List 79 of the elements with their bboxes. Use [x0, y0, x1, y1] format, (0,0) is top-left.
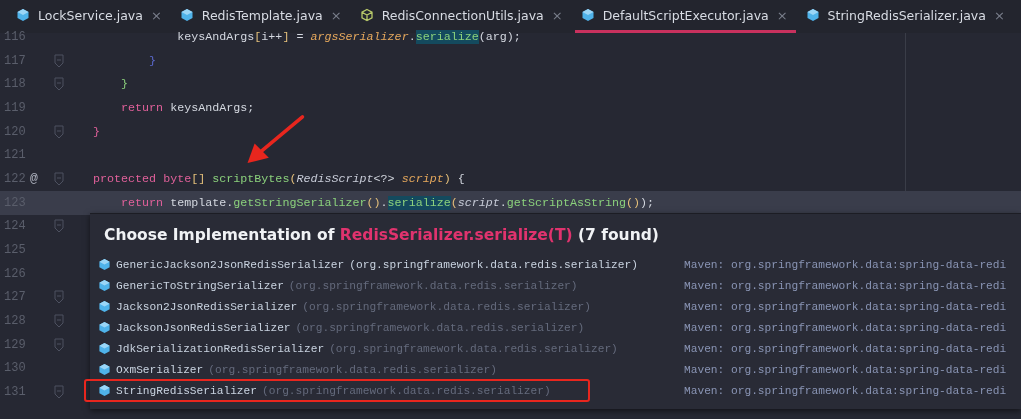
package-name: (org.springframework.data.redis.serializer) — [302, 300, 591, 313]
implementation-item[interactable]: JacksonJsonRedisSerializer (org.springframework.data.redis.serializer) Maven: org.springframework.data:spring-data-redi — [90, 317, 1021, 338]
fold-icon[interactable] — [54, 290, 64, 305]
cube-icon — [98, 279, 111, 292]
library-source: Maven: org.springframework.data:spring-data-redi — [684, 384, 1008, 397]
class-name: OxmSerializer — [116, 363, 204, 376]
line-number: 130 — [3, 361, 27, 376]
implementation-item[interactable]: OxmSerializer (org.springframework.data.redis.serializer) Maven: org.springframework.data:spring-data-redi — [90, 359, 1021, 380]
line-number: 129 — [3, 337, 27, 352]
class-name: GenericToStringSerializer — [116, 279, 284, 292]
editor-tab[interactable]: StringRedisSerializer.java × — [799, 0, 1013, 33]
class-name: JacksonJsonRedisSerializer — [116, 321, 291, 334]
line-number: 117 — [3, 53, 27, 68]
editor-tab[interactable]: DefaultScriptExecutor.java × — [574, 0, 796, 33]
class-name: GenericJackson2JsonRedisSerializer — [116, 258, 345, 271]
line-number: 131 — [3, 385, 27, 400]
implementation-item[interactable]: GenericToStringSerializer (org.springframework.data.redis.serializer) Maven: org.springframework.data:spring-data-redi — [90, 275, 1021, 296]
package-name: (org.springframework.data.redis.serializer) — [288, 279, 578, 292]
cube-icon — [16, 8, 30, 22]
code-line: return keysAndArgs; — [120, 100, 255, 115]
popup-title: Choose Implementation of RedisSerializer.serialize(T) (7 found) — [103, 225, 660, 246]
close-icon[interactable]: × — [776, 7, 788, 23]
close-icon[interactable]: × — [993, 7, 1005, 23]
line-number: 118 — [3, 77, 27, 92]
close-icon[interactable]: × — [330, 7, 342, 23]
implementation-item[interactable]: GenericJackson2JsonRedisSerializer (org.springframework.data.redis.serializer) Maven: org.springframework.data:spring-data-redi — [90, 254, 1021, 275]
line-number: 125 — [3, 243, 27, 258]
package-name: (org.springframework.data.redis.serializer) — [208, 363, 497, 376]
fold-icon[interactable] — [54, 314, 64, 329]
cube-icon — [98, 342, 111, 355]
fold-icon[interactable] — [54, 77, 64, 92]
library-source: Maven: org.springframework.data:spring-data-redi — [684, 279, 1008, 292]
code-line: } — [93, 124, 100, 139]
cube-icon — [98, 321, 111, 334]
line-number: 128 — [3, 314, 27, 329]
fold-icon[interactable] — [54, 171, 64, 186]
cube-icon — [98, 258, 111, 271]
class-name: Jackson2JsonRedisSerializer — [116, 300, 298, 313]
code-line: return template.getStringSerializer().serialize(script.getScriptAsString()); — [120, 195, 655, 210]
implementation-item[interactable]: Jackson2JsonRedisSerializer (org.springframework.data.redis.serializer) Maven: org.springframework.data:spring-data-redi — [90, 296, 1021, 317]
line-number: 116 — [3, 29, 27, 44]
line-number: 119 — [3, 100, 27, 115]
cube-icon — [98, 363, 111, 376]
line-number: 124 — [3, 219, 27, 234]
library-source: Maven: org.springframework.data:spring-data-redi — [684, 342, 1008, 355]
package-name: (org.springframework.data.redis.serializer) — [349, 258, 638, 271]
close-icon[interactable]: × — [150, 7, 162, 23]
library-source: Maven: org.springframework.data:spring-data-redi — [684, 258, 1008, 271]
override-marker: @ — [30, 171, 38, 187]
line-number: 122 — [3, 171, 27, 186]
library-source: Maven: org.springframework.data:spring-data-redi — [684, 363, 1008, 376]
fold-icon[interactable] — [54, 124, 64, 139]
cube-icon — [580, 8, 595, 22]
implementation-item[interactable]: StringRedisSerializer (org.springframework.data.redis.serializer) Maven: org.springframework.data:spring-data-redi — [90, 380, 1021, 401]
fold-icon[interactable] — [54, 219, 64, 234]
implementation-item[interactable]: JdkSerializationRedisSerializer (org.springframework.data.redis.serializer) Maven: org.springframework.data:spring-data-redi — [90, 338, 1021, 359]
package-name: (org.springframework.data.redis.serializer) — [295, 321, 585, 334]
cube-outline-icon — [359, 8, 374, 22]
library-source: Maven: org.springframework.data:spring-data-redi — [684, 321, 1008, 334]
fold-icon[interactable] — [54, 337, 64, 352]
line-number: 127 — [3, 290, 27, 305]
library-source: Maven: org.springframework.data:spring-data-redi — [684, 300, 1008, 313]
cube-icon — [98, 384, 111, 397]
fold-icon[interactable] — [54, 53, 64, 68]
code-line: } — [120, 77, 129, 92]
line-number: 126 — [3, 266, 27, 281]
package-name: (org.springframework.data.redis.serializer) — [329, 342, 618, 355]
class-name: JdkSerializationRedisSerializer — [116, 342, 325, 355]
class-name: StringRedisSerializer — [116, 384, 257, 397]
cube-icon — [98, 300, 111, 313]
fold-icon[interactable] — [54, 385, 64, 400]
line-number: 120 — [3, 124, 27, 139]
code-line: protected byte[] scriptBytes(RedisScript<?> script) { — [93, 171, 465, 186]
cube-icon — [179, 8, 194, 22]
close-icon[interactable]: × — [551, 7, 563, 23]
package-name: (org.springframework.data.redis.serializer) — [262, 384, 551, 397]
line-number: 121 — [3, 148, 27, 163]
cube-icon — [805, 8, 820, 22]
code-line: } — [148, 53, 157, 68]
